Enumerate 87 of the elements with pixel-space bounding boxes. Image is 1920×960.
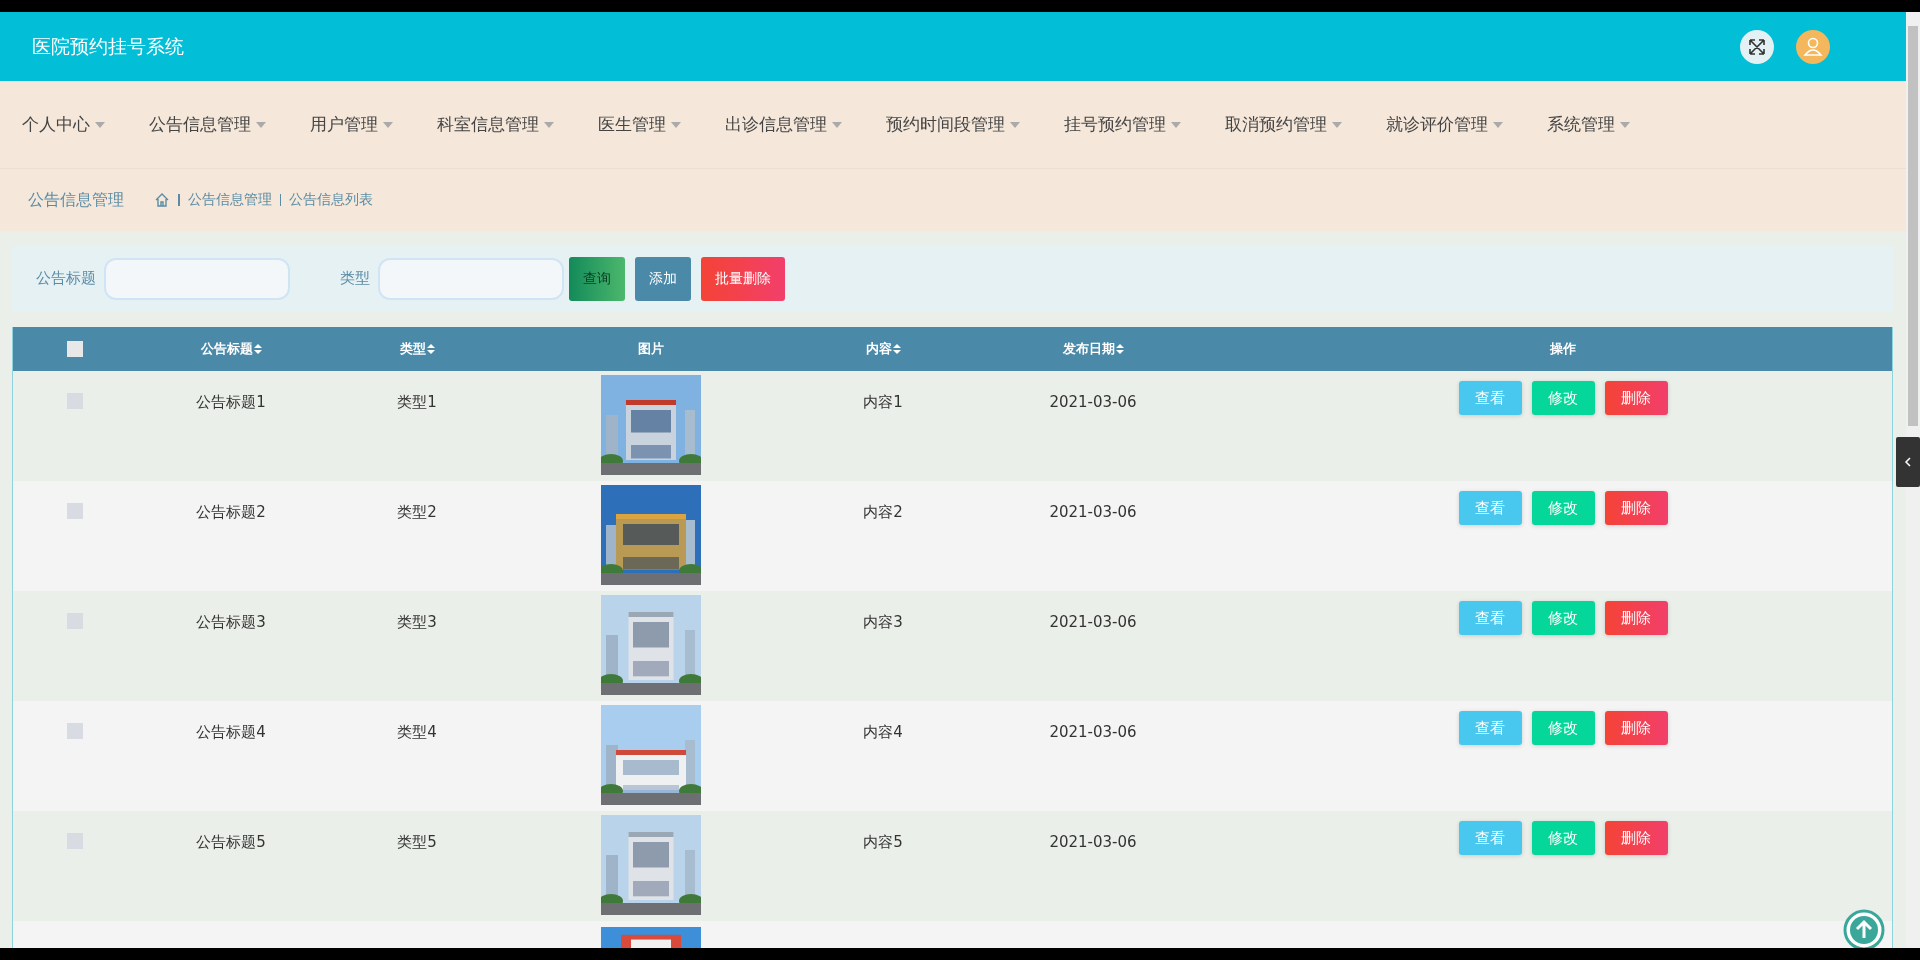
row-checkbox[interactable] [66,503,83,519]
menu-item[interactable]: 个人中心 [10,105,117,144]
sort-icon[interactable] [253,344,262,354]
menu-item[interactable]: 医生管理 [586,105,693,144]
table-cell: 内容3 [863,613,903,632]
table-cell: 类型5 [397,833,437,852]
caret-icon [1620,121,1630,128]
caret-icon [1332,121,1342,128]
caret-icon [1493,121,1503,128]
scrollbar-thumb[interactable] [1908,26,1918,426]
caret-icon [383,121,393,128]
caret-icon [256,121,266,128]
breadcrumb-link[interactable]: 公告信息列表 [289,191,373,209]
view-button[interactable]: 查看 [1458,601,1522,635]
select-all-checkbox[interactable] [66,341,83,357]
delete-button[interactable]: 删除 [1604,711,1668,745]
menu-item[interactable]: 出诊信息管理 [713,105,854,144]
menu-item[interactable]: 就诊评价管理 [1374,105,1515,144]
side-panel-toggle-icon[interactable] [1896,437,1920,487]
batch-delete-button[interactable]: 批量删除 [701,256,785,301]
table-cell: 公告标题4 [196,723,266,742]
view-button[interactable]: 查看 [1458,381,1522,415]
sort-icon[interactable] [892,344,901,354]
delete-button[interactable]: 删除 [1604,821,1668,855]
row-checkbox[interactable] [66,723,83,739]
view-button[interactable]: 查看 [1458,821,1522,855]
table-cell: 公告标题3 [196,613,266,632]
table-cell: 公告标题1 [196,393,266,412]
column-header[interactable]: 内容 [865,340,901,358]
edit-button[interactable]: 修改 [1531,491,1595,525]
search-button[interactable]: 查询 [569,256,625,301]
home-icon[interactable] [154,192,170,208]
add-button[interactable]: 添加 [635,256,691,301]
table-cell: 公告标题5 [196,833,266,852]
sort-icon[interactable] [1115,344,1124,354]
field-label: 公告标题 [36,269,96,288]
scrollbar[interactable] [1906,12,1920,948]
table-cell: 内容1 [863,393,903,412]
column-header[interactable]: 类型 [399,340,435,358]
delete-button[interactable]: 删除 [1604,491,1668,525]
fullscreen-icon[interactable] [1739,28,1775,65]
edit-button[interactable]: 修改 [1531,711,1595,745]
menu-item[interactable]: 科室信息管理 [425,105,566,144]
table-cell: 类型3 [397,613,437,632]
caret-icon [671,121,681,128]
search-field[interactable] [378,257,564,300]
edit-button[interactable]: 修改 [1531,821,1595,855]
sort-icon[interactable] [426,344,435,354]
caret-icon [832,121,842,128]
caret-icon [1171,121,1181,128]
table-cell: 2021-03-06 [1049,723,1137,741]
table-cell: 2021-03-06 [1049,503,1137,521]
view-button[interactable]: 查看 [1458,491,1522,525]
breadcrumb-link[interactable]: 公告信息管理 [187,191,272,209]
edit-button[interactable]: 修改 [1531,381,1595,415]
menu-item[interactable]: 系统管理 [1535,105,1642,144]
caret-icon [95,121,105,128]
field-label: 类型 [340,269,370,288]
table-cell: 内容2 [863,503,903,522]
table-cell: 2021-03-06 [1049,613,1137,631]
delete-button[interactable]: 删除 [1604,601,1668,635]
column-header: 操作 [1550,340,1576,358]
column-header[interactable]: 发布日期 [1062,340,1124,358]
table-cell: 内容5 [863,833,903,852]
menu-item[interactable]: 公告信息管理 [137,105,278,144]
table-cell: 类型2 [397,503,437,522]
menu-item[interactable]: 预约时间段管理 [874,105,1032,144]
user-avatar-icon[interactable] [1795,28,1831,65]
menu-item[interactable]: 取消预约管理 [1213,105,1354,144]
table-cell: 2021-03-06 [1049,833,1137,851]
table-cell: 类型1 [397,393,437,412]
table-cell: 2021-03-06 [1049,393,1137,411]
search-field[interactable] [104,257,290,300]
menu-item[interactable]: 挂号预约管理 [1052,105,1193,144]
edit-button[interactable]: 修改 [1531,601,1595,635]
column-header: 图片 [638,340,664,358]
system-title: 医院预约挂号系统 [32,33,184,59]
table-cell: 公告标题2 [196,503,266,522]
column-header[interactable]: 公告标题 [200,340,262,358]
caret-icon [1010,121,1020,128]
caret-icon [544,121,554,128]
delete-button[interactable]: 删除 [1604,381,1668,415]
menu-item[interactable]: 用户管理 [298,105,405,144]
table-cell: 内容4 [863,723,903,742]
view-button[interactable]: 查看 [1458,711,1522,745]
page-title: 公告信息管理 [28,189,124,211]
table-cell: 类型4 [397,723,437,742]
